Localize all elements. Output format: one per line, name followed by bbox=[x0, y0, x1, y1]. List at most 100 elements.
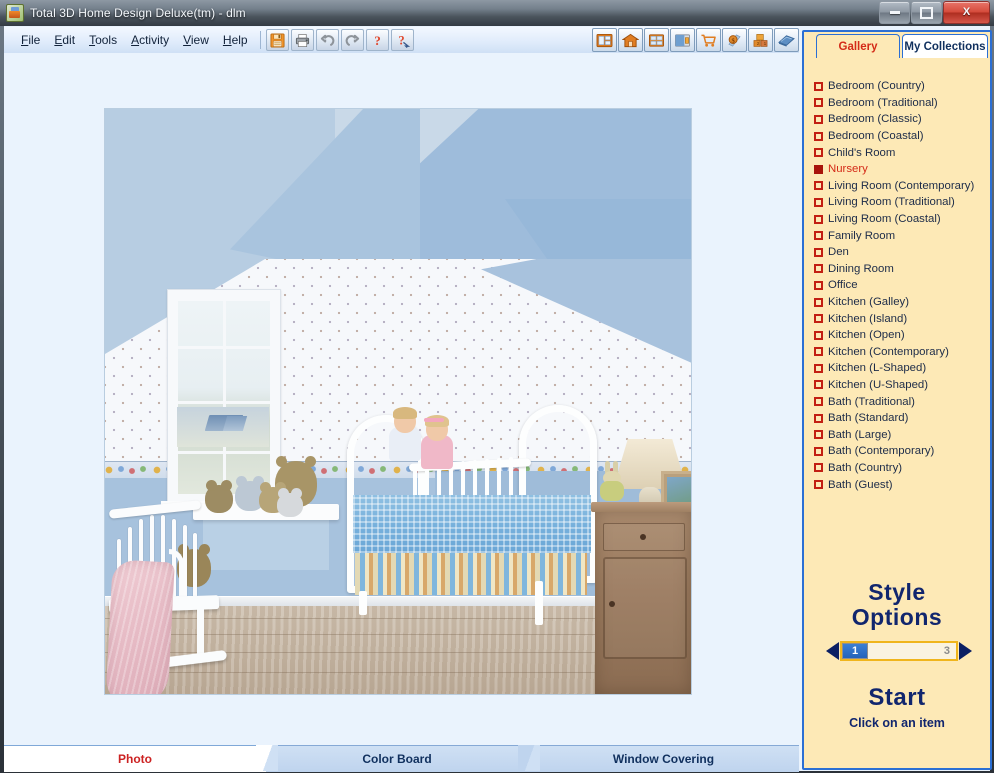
rocking-chair-leg-back bbox=[197, 603, 204, 657]
gallery-item-checkbox[interactable] bbox=[814, 413, 823, 423]
tab-photo[interactable]: Photo bbox=[4, 745, 266, 772]
gallery-item[interactable]: Kitchen (L-Shaped) bbox=[814, 360, 990, 377]
gallery-item[interactable]: Bath (Country) bbox=[814, 460, 990, 477]
gallery-item-label: Bath (Standard) bbox=[828, 412, 909, 425]
gallery-item[interactable]: Bath (Contemporary) bbox=[814, 443, 990, 460]
maximize-button[interactable] bbox=[911, 1, 942, 24]
gallery-item-checkbox[interactable] bbox=[814, 81, 823, 91]
style-options-track[interactable]: 1 3 bbox=[840, 641, 958, 661]
gallery-item-checkbox[interactable] bbox=[814, 446, 823, 456]
gallery-item[interactable]: Living Room (Traditional) bbox=[814, 194, 990, 211]
gallery-item[interactable]: Bath (Traditional) bbox=[814, 393, 990, 410]
gallery-item[interactable]: Kitchen (Galley) bbox=[814, 294, 990, 311]
room-view-icon[interactable] bbox=[670, 28, 695, 52]
gallery-item-label: Child's Room bbox=[828, 146, 896, 159]
gallery-item-checkbox[interactable] bbox=[814, 363, 823, 373]
budget-dollar-icon[interactable]: $ bbox=[722, 28, 747, 52]
gallery-item-checkbox[interactable] bbox=[814, 380, 823, 390]
gallery-item-checkbox[interactable] bbox=[814, 347, 823, 357]
gallery-item[interactable]: Bath (Guest) bbox=[814, 476, 990, 493]
gallery-item-checkbox[interactable] bbox=[814, 463, 823, 473]
gallery-item-label: Office bbox=[828, 279, 858, 292]
gallery-item-label: Bath (Contemporary) bbox=[828, 445, 935, 458]
gallery-item-checkbox[interactable] bbox=[814, 397, 823, 407]
gallery-item[interactable]: Living Room (Coastal) bbox=[814, 211, 990, 228]
nightstand bbox=[591, 502, 691, 694]
undo-icon[interactable] bbox=[315, 29, 339, 51]
tab-gallery[interactable]: Gallery bbox=[816, 34, 900, 58]
redo-icon[interactable] bbox=[340, 29, 364, 51]
gallery-item-checkbox[interactable] bbox=[814, 330, 823, 340]
gallery-item[interactable]: Child's Room bbox=[814, 144, 990, 161]
close-icon: X bbox=[962, 6, 971, 18]
print-icon[interactable] bbox=[290, 29, 314, 51]
gallery-item-checkbox[interactable] bbox=[814, 98, 823, 108]
gallery-item-checkbox[interactable] bbox=[814, 314, 823, 324]
style-options-title: Style Options bbox=[804, 580, 990, 630]
left-arrow-icon[interactable] bbox=[826, 641, 840, 661]
gallery-item[interactable]: Kitchen (Contemporary) bbox=[814, 344, 990, 361]
gallery-item-checkbox[interactable] bbox=[814, 231, 823, 241]
gallery-item[interactable]: Kitchen (Island) bbox=[814, 310, 990, 327]
gallery-item-checkbox[interactable] bbox=[814, 480, 823, 490]
shopping-cart-icon[interactable] bbox=[696, 28, 721, 52]
style-options-thumb[interactable]: 1 bbox=[842, 643, 868, 659]
gallery-item[interactable]: Bedroom (Coastal) bbox=[814, 128, 990, 145]
gallery-item-checkbox[interactable] bbox=[814, 181, 823, 191]
house-exterior-icon[interactable] bbox=[618, 28, 643, 52]
floor-plan-icon[interactable] bbox=[592, 28, 617, 52]
window-design-icon[interactable] bbox=[644, 28, 669, 52]
teddy-bear-white bbox=[277, 488, 303, 517]
menu-item-activity[interactable]: Activity bbox=[124, 31, 176, 49]
gallery-item[interactable]: Bedroom (Country) bbox=[814, 78, 990, 95]
gallery-item[interactable]: Bath (Standard) bbox=[814, 410, 990, 427]
title-bar: Total 3D Home Design Deluxe(tm) - dlm X bbox=[0, 0, 994, 26]
gallery-item-checkbox[interactable] bbox=[814, 114, 823, 124]
gallery-item[interactable]: Dining Room bbox=[814, 261, 990, 278]
tab-divider-1 bbox=[256, 745, 278, 771]
right-arrow-icon[interactable] bbox=[958, 641, 972, 661]
tab-color-board[interactable]: Color Board bbox=[266, 745, 528, 772]
gallery-item-checkbox[interactable] bbox=[814, 214, 823, 224]
context-help-icon[interactable]: ? bbox=[390, 29, 414, 51]
close-button[interactable]: X bbox=[943, 1, 990, 24]
gallery-item[interactable]: Living Room (Contemporary) bbox=[814, 178, 990, 195]
gallery-item-checkbox[interactable] bbox=[814, 247, 823, 257]
pink-blanket bbox=[105, 559, 175, 694]
gallery-item[interactable]: Bath (Large) bbox=[814, 426, 990, 443]
gallery-item-checkbox[interactable] bbox=[814, 131, 823, 141]
menu-item-edit[interactable]: Edit bbox=[47, 31, 82, 49]
gallery-item-label: Bedroom (Coastal) bbox=[828, 130, 924, 143]
gallery-item[interactable]: Kitchen (Open) bbox=[814, 327, 990, 344]
minimize-button[interactable] bbox=[879, 1, 910, 24]
gallery-item[interactable]: Bedroom (Classic) bbox=[814, 111, 990, 128]
menu-item-file[interactable]: File bbox=[14, 31, 47, 49]
gallery-item[interactable]: Office bbox=[814, 277, 990, 294]
right-panel: Gallery My Collections Bedroom (Country)… bbox=[802, 30, 992, 770]
nursery-room-photo[interactable] bbox=[105, 109, 691, 694]
gallery-item[interactable]: Bedroom (Traditional) bbox=[814, 95, 990, 112]
building-blocks-icon[interactable]: 2 1 bbox=[748, 28, 773, 52]
menu-item-tools[interactable]: Tools bbox=[82, 31, 124, 49]
gallery-item-checkbox[interactable] bbox=[814, 148, 823, 158]
save-icon[interactable] bbox=[265, 29, 289, 51]
gallery-item-checkbox[interactable] bbox=[814, 297, 823, 307]
gallery-item-checkbox[interactable] bbox=[814, 164, 823, 174]
gallery-item[interactable]: Den bbox=[814, 244, 990, 261]
gallery-item-checkbox[interactable] bbox=[814, 264, 823, 274]
gallery-item-label: Bedroom (Traditional) bbox=[828, 96, 938, 109]
tab-window-covering[interactable]: Window Covering bbox=[528, 745, 799, 772]
menu-item-help[interactable]: Help bbox=[216, 31, 255, 49]
tab-my-collections[interactable]: My Collections bbox=[902, 34, 988, 58]
carpet-swatch-icon[interactable] bbox=[774, 28, 799, 52]
bunny-plush bbox=[597, 461, 627, 505]
help-icon[interactable]: ? bbox=[365, 29, 389, 51]
gallery-item[interactable]: Nursery bbox=[814, 161, 990, 178]
gallery-item[interactable]: Kitchen (U-Shaped) bbox=[814, 377, 990, 394]
menu-item-view[interactable]: View bbox=[176, 31, 216, 49]
gallery-item[interactable]: Family Room bbox=[814, 227, 990, 244]
gallery-item-checkbox[interactable] bbox=[814, 197, 823, 207]
gallery-item-checkbox[interactable] bbox=[814, 280, 823, 290]
svg-text:2: 2 bbox=[757, 41, 760, 46]
gallery-item-checkbox[interactable] bbox=[814, 430, 823, 440]
